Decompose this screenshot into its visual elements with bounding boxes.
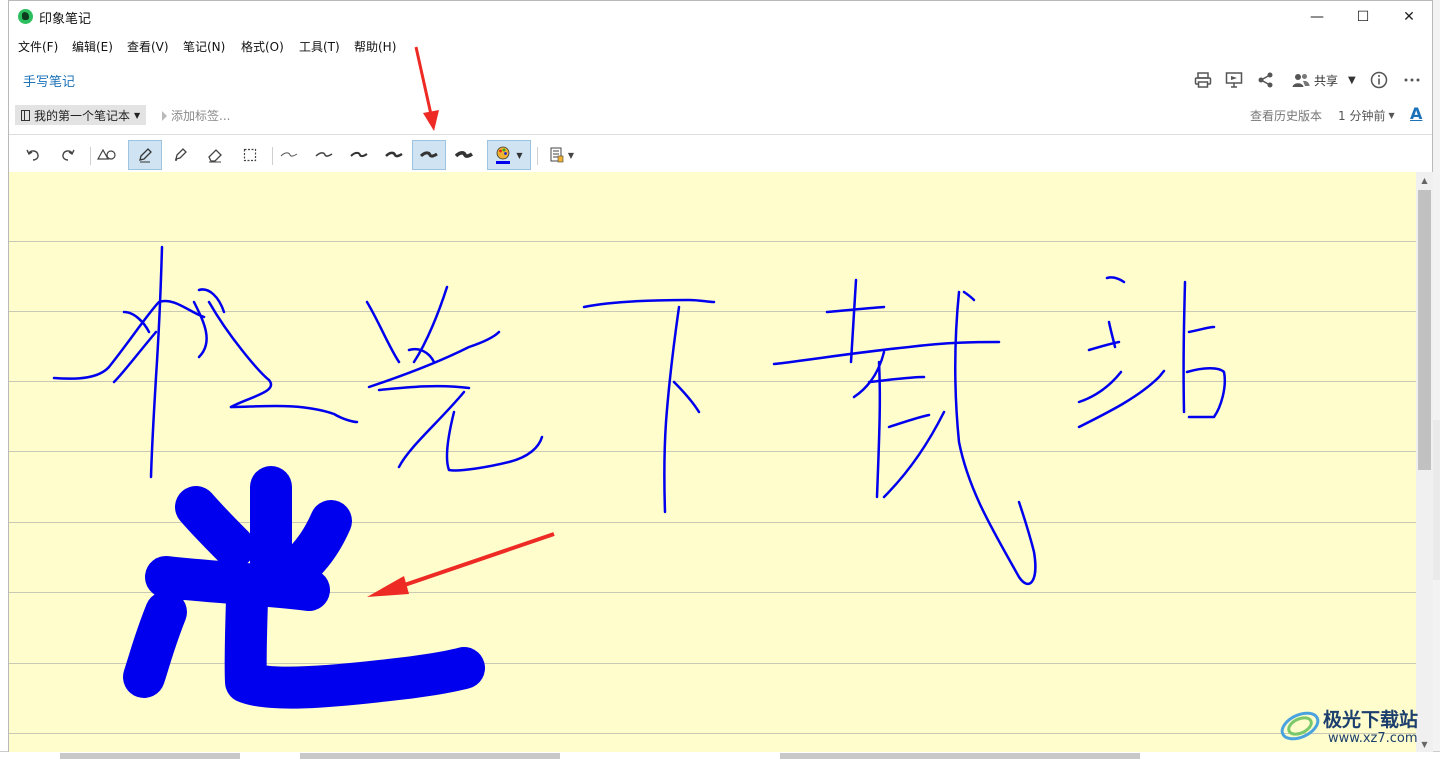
people-icon [1292, 74, 1310, 87]
chevron-down-icon: ▼ [1348, 74, 1356, 86]
taskbar-strip [0, 751, 1440, 759]
vertical-scrollbar[interactable]: ▲ ▼ [1416, 172, 1433, 752]
modified-time: 1 分钟前 [1338, 109, 1386, 123]
watermark: 极光下载站 www.xz7.com [1278, 705, 1428, 751]
background-window-edge [0, 0, 8, 759]
info-icon[interactable] [1368, 69, 1390, 91]
annotation-arrow-top [414, 46, 439, 131]
watermark-logo-icon [1280, 711, 1320, 741]
scrollbar-thumb[interactable] [1418, 190, 1431, 470]
handwriting-line2-strokes [123, 466, 485, 709]
scroll-up-icon[interactable]: ▲ [1416, 172, 1433, 188]
minimize-button[interactable]: — [1294, 1, 1340, 32]
print-icon[interactable] [1192, 69, 1214, 91]
share-icon[interactable] [1255, 69, 1277, 91]
share-label: 共享 [1314, 73, 1339, 88]
view-history-link[interactable]: 查看历史版本 [1250, 107, 1322, 124]
present-icon[interactable] [1223, 69, 1245, 91]
maximize-button[interactable]: ☐ [1340, 1, 1386, 32]
evernote-window: 印象笔记 — ☐ ✕ 文件(F) 编辑(E) 查看(V) 笔记(N) 格式(O)… [8, 0, 1433, 752]
more-icon[interactable] [1401, 69, 1423, 91]
annotation-arrows [367, 532, 555, 597]
watermark-name: 极光下载站 [1323, 709, 1419, 731]
share-dropdown[interactable]: 共享 ▼ [1292, 69, 1356, 91]
watermark-url: www.xz7.com [1328, 731, 1418, 746]
handwriting-ink-layer [52, 245, 1226, 709]
font-format-icon[interactable]: A [1410, 104, 1422, 123]
modified-time-dropdown[interactable]: 1 分钟前 ▼ [1338, 107, 1395, 124]
background-window-edge-right [1432, 420, 1440, 580]
chevron-down-icon: ▼ [1388, 111, 1395, 120]
ink-canvas[interactable] [9, 172, 1416, 752]
close-button[interactable]: ✕ [1386, 1, 1432, 32]
